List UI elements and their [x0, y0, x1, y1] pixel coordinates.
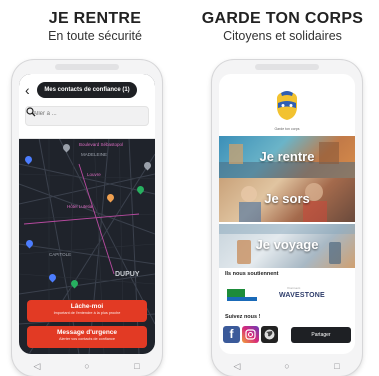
emergency-message-button[interactable]: Message d'urgence Alerter vos contacts d… — [27, 326, 147, 348]
right-navbar: ◁ ○ □ — [212, 356, 362, 376]
left-navbar: ◁ ○ □ — [12, 356, 162, 376]
tile-label: Je voyage — [255, 237, 319, 252]
right-phone: Garde ton corps Je rentre Je sors Je voy… — [212, 60, 362, 376]
emergency-message-subtitle: Alerter vos contacts de confiance — [59, 337, 115, 341]
globe-glyph-icon — [264, 329, 275, 340]
lache-moi-title: Lâche-moi — [70, 303, 104, 310]
facebook-icon[interactable]: f — [223, 326, 240, 343]
nav-home-button[interactable]: ○ — [277, 361, 297, 371]
phone-notch — [255, 64, 319, 70]
phone-notch — [55, 64, 119, 70]
superhero-logo-icon — [276, 91, 298, 120]
back-arrow-icon[interactable]: ‹ — [25, 82, 30, 98]
map-view[interactable]: Boulevard Sébastopol MADELEINE Louvre Hô… — [19, 74, 155, 354]
instagram-glyph-icon — [245, 329, 256, 340]
left-screen: Boulevard Sébastopol MADELEINE Louvre Hô… — [19, 74, 155, 354]
supporters-title: Ils nous soutiennent — [225, 271, 279, 277]
tile-je-sors[interactable]: Je sors — [219, 178, 355, 222]
right-screen: Garde ton corps Je rentre Je sors Je voy… — [219, 74, 355, 354]
map-label: Boulevard Sébastopol — [79, 142, 124, 147]
nav-home-button[interactable]: ○ — [77, 361, 97, 371]
app-logo: Garde ton corps — [272, 90, 302, 131]
tile-je-rentre[interactable]: Je rentre — [219, 136, 355, 178]
logo-caption: Garde ton corps — [274, 127, 300, 131]
map-label: Capitole — [49, 252, 72, 257]
map-label: MADELEINE — [81, 152, 108, 157]
left-phone: Boulevard Sébastopol MADELEINE Louvre Hô… — [12, 60, 162, 376]
map-label: Hôtel Lutetia — [67, 204, 93, 209]
left-title: JE RENTRE — [48, 10, 142, 27]
map-label: DUPUY — [115, 271, 140, 278]
right-caption: GARDE TON CORPS Citoyens et solidaires — [186, 10, 379, 44]
nav-recent-button[interactable]: □ — [127, 361, 147, 371]
sponsor-wavestone-logo[interactable]: Vraiment WAVESTONE — [279, 286, 325, 299]
right-title: GARDE TON CORPS — [201, 10, 364, 27]
share-button[interactable]: Partager — [291, 327, 351, 343]
search-icon[interactable] — [26, 107, 36, 117]
nav-back-button[interactable]: ◁ — [27, 361, 47, 372]
lache-moi-button[interactable]: Lâche-moi Important de l'entendre à la p… — [27, 300, 147, 322]
sponsor-region-logo[interactable] — [225, 288, 259, 302]
left-subtitle: En toute sécurité — [48, 29, 142, 43]
follow-title: Suivez nous ! — [225, 314, 261, 320]
instagram-icon[interactable] — [242, 326, 259, 343]
nav-recent-button[interactable]: □ — [327, 361, 347, 371]
left-caption: JE RENTRE En toute sécurité — [0, 10, 190, 44]
map-header: ‹ Mes contacts de confiance (1) — [19, 74, 155, 139]
right-subtitle: Citoyens et solidaires — [223, 29, 342, 43]
tile-je-voyage[interactable]: Je voyage — [219, 224, 355, 268]
map-label: Louvre — [87, 172, 101, 177]
nav-back-button[interactable]: ◁ — [227, 361, 247, 372]
sponsor-caption: Vraiment — [287, 286, 301, 290]
destination-search[interactable] — [25, 106, 149, 126]
trusted-contacts-button[interactable]: Mes contacts de confiance (1) — [37, 82, 137, 98]
emergency-message-title: Message d'urgence — [56, 329, 118, 336]
tile-label: Je sors — [264, 191, 310, 206]
globe-icon[interactable] — [261, 326, 278, 343]
lache-moi-subtitle: Important de l'entendre à la plus proche — [53, 311, 121, 315]
tile-label: Je rentre — [259, 149, 315, 164]
sponsor-name: WAVESTONE — [279, 292, 325, 299]
region-logo-icon — [227, 289, 257, 301]
search-input[interactable] — [31, 110, 115, 118]
